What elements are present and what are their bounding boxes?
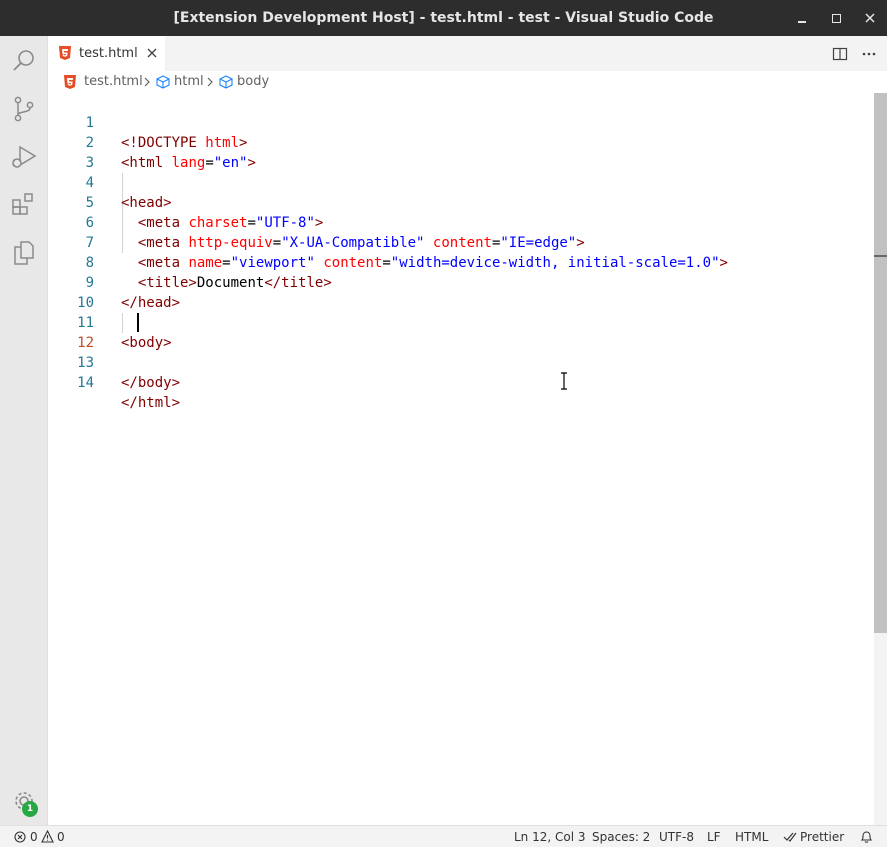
breadcrumb-file[interactable]: test.html (84, 71, 143, 93)
explorer-icon (14, 241, 34, 265)
tab-close-button[interactable] (144, 45, 160, 61)
html5-icon (64, 75, 76, 89)
more-actions-button[interactable] (860, 45, 878, 63)
code-line: 8 <title>Document</title> (48, 233, 874, 291)
close-icon (147, 48, 157, 58)
chevron-right-icon (144, 77, 150, 87)
source-control-button[interactable] (8, 93, 40, 125)
breadcrumb-item-body[interactable]: body (237, 71, 269, 93)
code-token: </body> (121, 375, 181, 391)
symbol-element-icon (219, 75, 233, 89)
minimize-button[interactable] (792, 8, 812, 28)
tab-label: test.html (79, 46, 138, 61)
extensions-button[interactable] (8, 189, 40, 221)
tab-test-html[interactable]: test.html (48, 36, 166, 71)
explorer-button[interactable] (8, 237, 40, 269)
title-bar: [Extension Development Host] - test.html… (0, 0, 887, 36)
code-line: 13 </body> (48, 333, 874, 391)
extensions-icon (12, 193, 33, 215)
code-line: 4 <head> (48, 153, 874, 211)
code-line: 11 <body> (48, 293, 874, 351)
line-number: 14 (77, 375, 94, 391)
language-mode[interactable]: HTML (735, 826, 768, 847)
error-icon (14, 831, 26, 843)
code-line: 5 <meta charset="UTF-8"> (48, 173, 874, 231)
code-line: 9 </head> (48, 253, 874, 311)
double-check-icon (783, 832, 797, 842)
eol-setting[interactable]: LF (707, 826, 721, 847)
indentation-setting[interactable]: Spaces: 2 (592, 826, 650, 847)
chevron-right-icon (207, 77, 213, 87)
ellipsis-icon (862, 52, 876, 56)
code-line: 2 <html lang="en"> (48, 113, 874, 171)
html5-icon (59, 46, 71, 60)
vertical-scrollbar[interactable] (874, 93, 887, 825)
close-window-button[interactable] (860, 8, 880, 28)
warning-count[interactable]: 0 (57, 826, 65, 847)
breadcrumb-item-html[interactable]: html (174, 71, 204, 93)
code-line-active: 12 (48, 313, 874, 351)
run-debug-button[interactable] (8, 141, 40, 173)
maximize-button[interactable] (826, 8, 846, 28)
code-line: 6 <meta http-equiv="X-UA-Compatible" con… (48, 193, 874, 251)
bell-icon[interactable] (860, 830, 873, 844)
window-title: [Extension Development Host] - test.html… (173, 10, 714, 26)
search-view-button[interactable] (8, 45, 40, 77)
editor-tab-bar: test.html (48, 36, 887, 71)
code-line: 1 <!DOCTYPE html> (48, 93, 874, 151)
overview-ruler-cursor (874, 255, 887, 257)
breadcrumb: test.html html body (48, 71, 887, 93)
symbol-element-icon (156, 75, 170, 89)
ibeam-cursor-icon (561, 372, 567, 390)
code-line: 10 (48, 273, 874, 311)
code-editor[interactable]: 1 <!DOCTYPE html> 2 <html lang="en"> 3 4… (48, 93, 874, 825)
code-token: </html> (121, 395, 181, 411)
search-icon (13, 50, 34, 71)
code-line: 7 <meta name="viewport" content="width=d… (48, 213, 874, 271)
prettier-status[interactable]: Prettier (800, 826, 844, 847)
close-icon (865, 13, 875, 23)
activity-bar: 1 (0, 36, 48, 825)
run-debug-icon (12, 145, 37, 168)
status-bar: 0 0 Ln 12, Col 3 Spaces: 2 UTF-8 LF HTML… (0, 825, 887, 847)
error-count[interactable]: 0 (30, 826, 38, 847)
settings-update-badge: 1 (22, 801, 38, 817)
scrollbar-thumb[interactable] (874, 93, 887, 633)
split-editor-icon (832, 47, 848, 61)
code-line: 14 </html> (48, 353, 874, 411)
split-editor-button[interactable] (831, 45, 849, 63)
code-line: 3 (48, 133, 874, 171)
source-control-icon (14, 96, 34, 122)
warning-icon (41, 830, 54, 843)
encoding-setting[interactable]: UTF-8 (659, 826, 694, 847)
text-cursor (137, 313, 139, 332)
cursor-position[interactable]: Ln 12, Col 3 (514, 826, 586, 847)
